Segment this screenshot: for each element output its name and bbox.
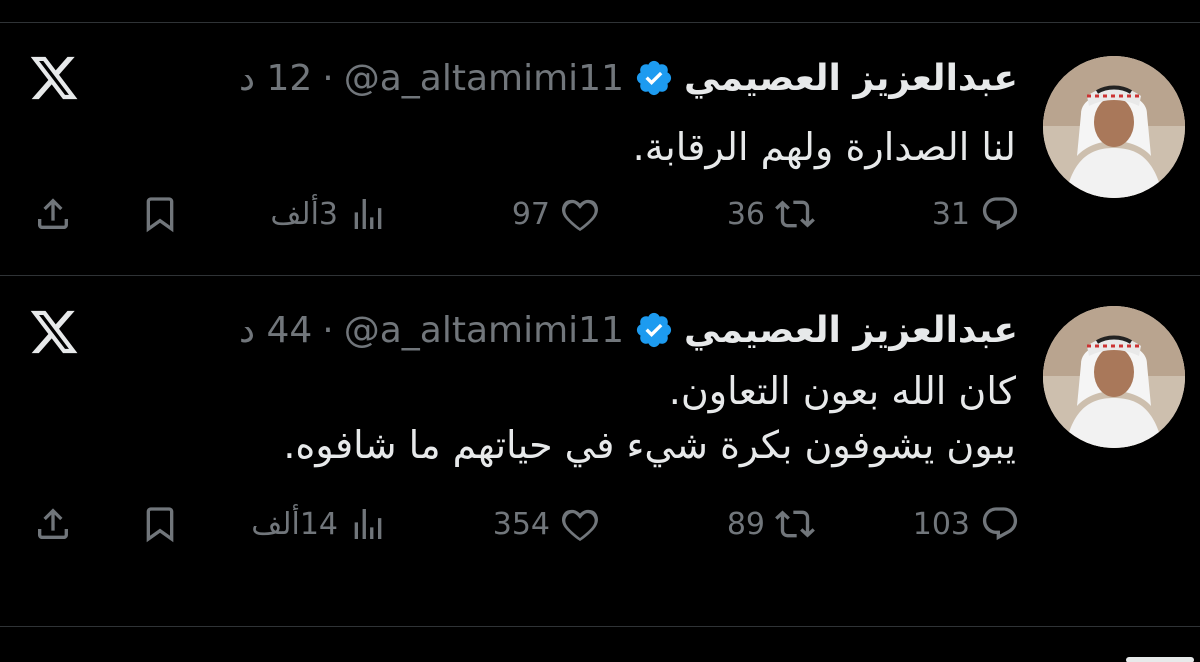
like-count: 97 (511, 196, 550, 232)
heart-icon (562, 509, 598, 542)
tweet-text: كان الله بعون التعاون. يبون يشوفون بكرة … (116, 364, 1016, 472)
bookmark-button[interactable] (140, 186, 180, 242)
next-tweet-peek (1120, 648, 1200, 662)
tweet-timestamp[interactable]: 44 د (239, 310, 312, 351)
author-handle[interactable]: @a_altamimi11 (344, 310, 624, 351)
views-button[interactable]: 3ألف (270, 186, 388, 242)
reply-button[interactable]: 103 (913, 496, 1020, 552)
share-button[interactable] (33, 496, 73, 552)
retweet-icon (775, 200, 815, 228)
author-handle[interactable]: @a_altamimi11 (344, 58, 624, 99)
views-count: 3ألف (270, 196, 338, 232)
reply-icon (982, 197, 1018, 231)
tweet-text-line: كان الله بعون التعاون. (668, 369, 1016, 413)
tweet-text: لنا الصدارة ولهم الرقابة. (116, 120, 1016, 174)
tweet-1[interactable]: عبدالعزيز العصيمي @a_altamimi11 · 12 د ل… (0, 0, 1200, 275)
retweet-button[interactable]: 89 (727, 496, 815, 552)
tweet-header: عبدالعزيز العصيمي @a_altamimi11 · 12 د (239, 50, 1018, 106)
share-icon (38, 508, 68, 539)
tweet-2[interactable]: عبدالعزيز العصيمي @a_altamimi11 · 44 د ك… (0, 276, 1200, 626)
reply-count: 31 (931, 196, 970, 232)
separator-dot: · (322, 309, 334, 351)
share-button[interactable] (33, 186, 73, 242)
tweet-actions: 103 89 354 14ألف (0, 496, 1200, 552)
bookmark-button[interactable] (140, 496, 180, 552)
like-button[interactable]: 97 (512, 186, 600, 242)
bookmark-icon (146, 507, 174, 543)
reply-button[interactable]: 31 (932, 186, 1020, 242)
x-logo-icon (28, 306, 80, 358)
tweet-timestamp[interactable]: 12 د (239, 58, 312, 99)
share-icon (38, 198, 68, 229)
reply-count: 103 (912, 506, 970, 542)
author-name[interactable]: عبدالعزيز العصيمي (684, 58, 1018, 99)
views-count: 14ألف (251, 506, 338, 542)
separator-dot: · (322, 57, 334, 99)
views-chart-icon (354, 509, 382, 539)
tweet-actions: 31 36 97 3ألف (0, 186, 1200, 242)
heart-icon (562, 199, 598, 232)
retweet-count: 89 (726, 506, 765, 542)
author-name[interactable]: عبدالعزيز العصيمي (684, 310, 1018, 351)
like-count: 354 (492, 506, 550, 542)
retweet-icon (775, 510, 815, 538)
verified-badge-icon (634, 310, 674, 350)
tweet-divider (0, 626, 1200, 627)
like-button[interactable]: 354 (493, 496, 600, 552)
views-chart-icon (354, 199, 382, 229)
verified-badge-icon (634, 58, 674, 98)
tweet-text-line: يبون يشوفون بكرة شيء في حياتهم ما شافوه. (283, 423, 1016, 467)
views-button[interactable]: 14ألف (251, 496, 388, 552)
retweet-count: 36 (726, 196, 765, 232)
tweet-text-line: لنا الصدارة ولهم الرقابة. (632, 125, 1016, 169)
author-avatar[interactable] (1043, 306, 1185, 448)
bookmark-icon (146, 197, 174, 233)
tweet-header: عبدالعزيز العصيمي @a_altamimi11 · 44 د (239, 302, 1018, 358)
x-logo-icon (28, 52, 80, 104)
author-avatar[interactable] (1043, 56, 1185, 198)
reply-icon (982, 507, 1018, 541)
retweet-button[interactable]: 36 (727, 186, 815, 242)
